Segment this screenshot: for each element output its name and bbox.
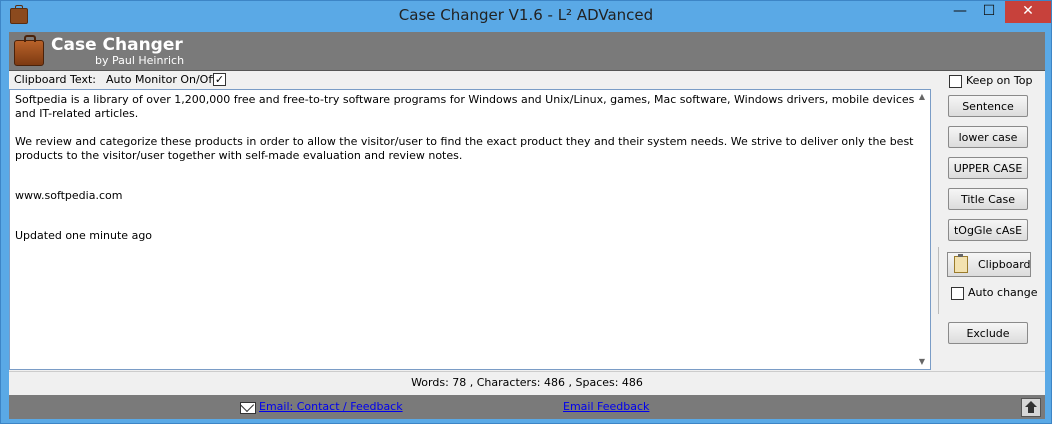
text-editor[interactable]: Softpedia is a library of over 1,200,000… <box>9 89 931 370</box>
scroll-up-icon[interactable]: ▲ <box>914 90 930 104</box>
exclude-button[interactable]: Exclude <box>948 322 1028 344</box>
close-button[interactable]: ✕ <box>1005 1 1051 23</box>
mail-icon[interactable] <box>240 402 256 414</box>
editor-paragraph: We review and categorize these products … <box>15 135 914 162</box>
title-bar[interactable]: Case Changer V1.6 - L² ADVanced — ☐ ✕ <box>1 1 1051 32</box>
window-title: Case Changer V1.6 - L² ADVanced <box>398 6 654 24</box>
clipboard-group: Clipboard Auto change <box>938 247 1040 314</box>
auto-monitor-label[interactable]: Auto Monitor On/Off <box>106 73 216 86</box>
auto-monitor-checkbox[interactable]: ✓ <box>213 73 226 86</box>
client-area: Case Changer by Paul Heinrich Clipboard … <box>9 32 1045 419</box>
toggle-case-button[interactable]: tOgGle cAsE <box>948 219 1028 241</box>
status-bar: Words: 78 , Characters: 486 , Spaces: 48… <box>9 371 1045 394</box>
clipboard-icon <box>954 254 968 273</box>
contact-feedback-link[interactable]: Email: Contact / Feedback <box>259 400 403 413</box>
clipboard-button-label: Clipboard <box>978 258 1031 271</box>
vertical-scrollbar[interactable]: ▲ ▼ <box>914 90 930 369</box>
editor-paragraph: Softpedia is a library of over 1,200,000… <box>15 93 915 120</box>
scroll-down-icon[interactable]: ▼ <box>914 355 930 369</box>
home-icon[interactable] <box>1021 398 1041 417</box>
author-credit: by Paul Heinrich <box>95 54 185 67</box>
app-window: Case Changer V1.6 - L² ADVanced — ☐ ✕ Ca… <box>0 0 1052 424</box>
briefcase-logo-icon <box>14 35 44 66</box>
minimize-button[interactable]: — <box>945 1 975 23</box>
upper-case-button[interactable]: UPPER CASE <box>948 157 1028 179</box>
keep-on-top-checkbox[interactable] <box>949 74 962 88</box>
clipboard-button[interactable]: Clipboard <box>947 252 1031 277</box>
clipboard-row: Clipboard Text: Auto Monitor On/Off ✓ <box>9 71 931 89</box>
footer-bar: Email: Contact / Feedback Email Feedback <box>9 395 1045 419</box>
maximize-button[interactable]: ☐ <box>974 1 1004 23</box>
editor-paragraph: www.softpedia.com <box>15 189 123 202</box>
email-feedback-link[interactable]: Email Feedback <box>563 400 649 413</box>
keep-on-top-option[interactable]: Keep on Top <box>949 74 1032 88</box>
clipboard-text-label: Clipboard Text: <box>14 73 96 86</box>
auto-change-label: Auto change <box>968 286 1038 299</box>
sentence-case-button[interactable]: Sentence case <box>948 95 1028 135</box>
lower-case-button[interactable]: lower case <box>948 126 1028 148</box>
auto-change-checkbox[interactable] <box>951 286 964 300</box>
keep-on-top-label: Keep on Top <box>966 74 1033 87</box>
app-name: Case Changer <box>51 35 183 55</box>
header-banner: Case Changer by Paul Heinrich <box>9 32 1045 71</box>
editor-paragraph: Updated one minute ago <box>15 229 153 242</box>
title-case-button[interactable]: Title Case <box>948 188 1028 210</box>
auto-change-option[interactable]: Auto change <box>951 286 1038 300</box>
case-sidebar: Keep on Top Sentence case lower case UPP… <box>934 68 1042 370</box>
